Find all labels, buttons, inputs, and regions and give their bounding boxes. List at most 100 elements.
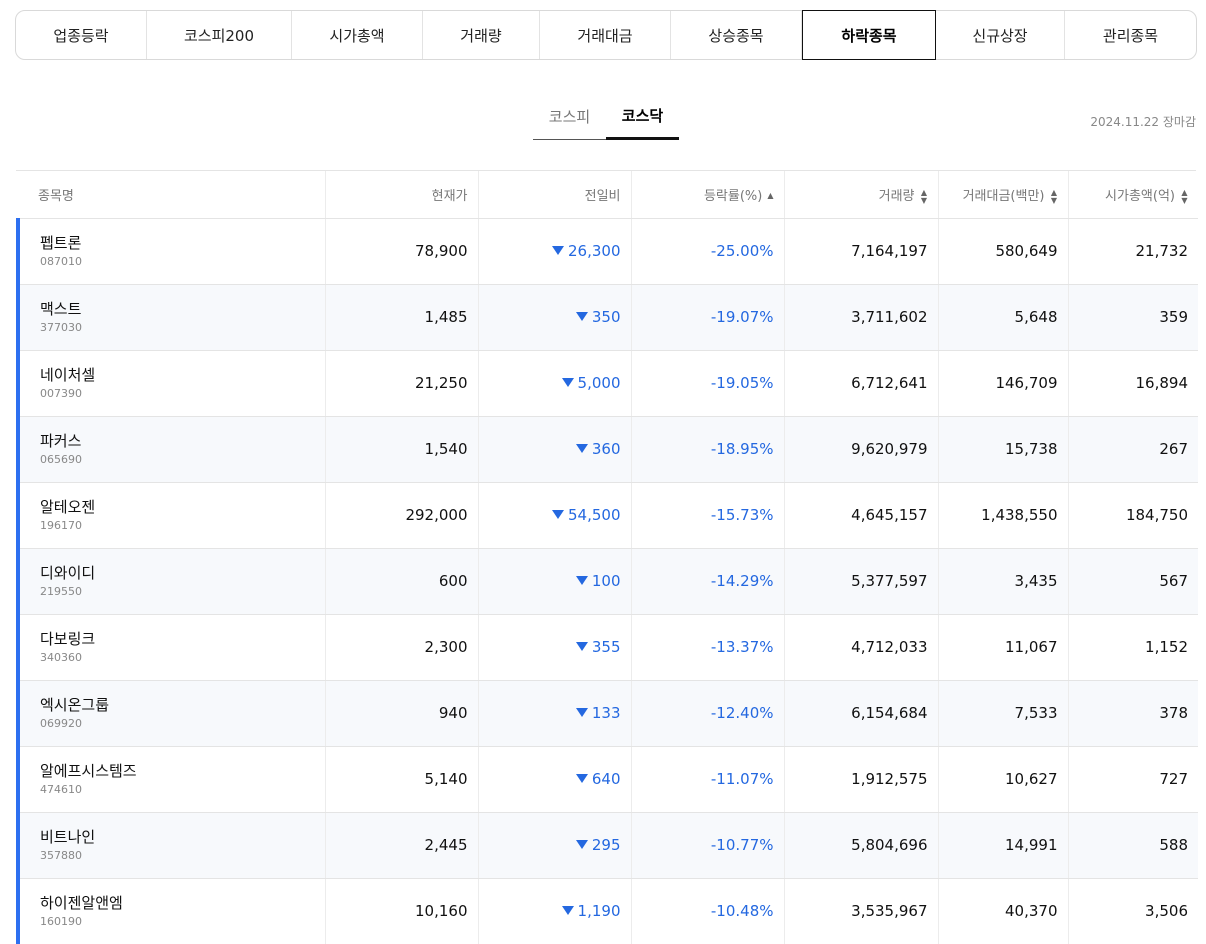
table-row[interactable]: 알테오젠 196170 292,000 54,500 -15.73% 4,645,157 1… [16,482,1198,549]
table-row[interactable]: 맥스트 377030 1,485 350 -19.07% 3,711,602 5,648 35… [16,284,1198,351]
tab-volume[interactable]: 거래량 [423,11,540,59]
change-rate: -19.07% [630,284,784,351]
stock-name-cell[interactable]: 펩트론 087010 [16,218,325,285]
table-row[interactable]: 파커스 065690 1,540 360 -18.95% 9,620,979 15,738 2… [16,416,1198,483]
down-triangle-icon [575,444,588,453]
change-rate: -10.48% [630,878,784,944]
market-close-date: 2024.11.22 장마감 [1090,115,1196,129]
market-cap: 21,732 [1067,218,1198,285]
trade-volume: 5,377,597 [783,548,938,615]
current-price: 292,000 [324,482,478,549]
stock-table-container: 종목명 현재가 전일비 등락률(%) ▲ 거래량 ▲▼ 거래대금(백만) ▲▼ 시가총… [16,170,1198,944]
trade-volume: 4,645,157 [783,482,938,549]
trade-amount: 3,435 [937,548,1068,615]
current-price: 5,140 [324,746,478,813]
stock-name-cell[interactable]: 다보링크 340360 [16,614,325,681]
stock-code: 357880 [40,848,82,862]
stock-name-cell[interactable]: 네이처셀 007390 [16,350,325,417]
trade-volume: 9,620,979 [783,416,938,483]
stock-name[interactable]: 엑시온그룹 [40,696,315,714]
sort-toggle-icon[interactable]: ▲▼ [1050,188,1059,204]
column-header-volume[interactable]: 거래량 ▲▼ [783,171,938,219]
tab-managed-stocks[interactable]: 관리종목 [1065,11,1196,59]
column-header-rate[interactable]: 등락률(%) ▲ [630,171,784,219]
column-label: 거래대금(백만) [962,188,1045,204]
stock-name-cell[interactable]: 알에프시스템즈 474610 [16,746,325,813]
table-row[interactable]: 펩트론 087010 78,900 26,300 -25.00% 7,164,197 580… [16,218,1198,285]
trade-amount: 580,649 [937,218,1068,285]
current-price: 21,250 [324,350,478,417]
stock-name-cell[interactable]: 하이젠알앤엠 160190 [16,878,325,944]
tab-rising-stocks[interactable]: 상승종목 [671,11,802,59]
stock-name-cell[interactable]: 엑시온그룹 069920 [16,680,325,747]
category-tabs: 업종등락 코스피200 시가총액 거래량 거래대금 상승종목 하락종목 신규상장… [15,10,1197,60]
stock-name[interactable]: 디와이디 [40,564,315,582]
tab-kospi[interactable]: 코스피 [533,100,606,140]
price-change: 295 [591,836,621,854]
price-change: 54,500 [568,506,621,524]
tab-sector-change[interactable]: 업종등락 [16,11,147,59]
current-price: 940 [324,680,478,747]
table-row[interactable]: 비트나인 357880 2,445 295 -10.77% 5,804,696 14,991… [16,812,1198,879]
table-row[interactable]: 엑시온그룹 069920 940 133 -12.40% 6,154,684 7,533 37… [16,680,1198,747]
price-change-cell: 54,500 [477,482,631,549]
tab-falling-stocks[interactable]: 하락종목 [802,10,936,60]
stock-name[interactable]: 맥스트 [40,300,315,318]
tab-kosdaq[interactable]: 코스닥 [606,100,679,140]
stock-name-cell[interactable]: 맥스트 377030 [16,284,325,351]
price-change-cell: 295 [477,812,631,879]
tab-kospi200[interactable]: 코스피200 [147,11,292,59]
table-row[interactable]: 하이젠알앤엠 160190 10,160 1,190 -10.48% 3,535,967 4… [16,878,1198,944]
table-row[interactable]: 알에프시스템즈 474610 5,140 640 -11.07% 1,912,575 10,… [16,746,1198,813]
market-cap: 16,894 [1067,350,1198,417]
change-rate: -25.00% [630,218,784,285]
down-triangle-icon [575,774,588,783]
down-triangle-icon [561,906,574,915]
price-change-cell: 355 [477,614,631,681]
column-header-market-cap[interactable]: 시가총액(억) ▲▼ [1067,171,1198,219]
stock-name[interactable]: 비트나인 [40,828,315,846]
stock-name-cell[interactable]: 알테오젠 196170 [16,482,325,549]
stock-name[interactable]: 파커스 [40,432,315,450]
table-header-row: 종목명 현재가 전일비 등락률(%) ▲ 거래량 ▲▼ 거래대금(백만) ▲▼ 시가총… [18,171,1198,219]
market-cap: 359 [1067,284,1198,351]
market-cap: 1,152 [1067,614,1198,681]
table-row[interactable]: 다보링크 340360 2,300 355 -13.37% 4,712,033 11,067… [16,614,1198,681]
table-row[interactable]: 네이처셀 007390 21,250 5,000 -19.05% 6,712,641 146… [16,350,1198,417]
market-tabs: 코스피 코스닥 [533,100,679,140]
stock-name[interactable]: 알에프시스템즈 [40,762,315,780]
stock-name[interactable]: 펩트론 [40,234,315,252]
tab-new-listings[interactable]: 신규상장 [936,11,1065,59]
current-price: 2,445 [324,812,478,879]
price-change: 355 [591,638,621,656]
stock-name-cell[interactable]: 비트나인 357880 [16,812,325,879]
tab-trade-amount[interactable]: 거래대금 [540,11,671,59]
down-triangle-icon [575,840,588,849]
column-header-amount[interactable]: 거래대금(백만) ▲▼ [937,171,1068,219]
trade-volume: 3,535,967 [783,878,938,944]
stock-name[interactable]: 하이젠알앤엠 [40,894,315,912]
column-label: 종목명 [38,188,74,204]
stock-name[interactable]: 네이처셀 [40,366,315,384]
change-rate: -11.07% [630,746,784,813]
change-rate: -13.37% [630,614,784,681]
change-rate: -15.73% [630,482,784,549]
sort-toggle-icon[interactable]: ▲▼ [1180,188,1189,204]
price-change-cell: 640 [477,746,631,813]
sort-ascending-icon[interactable]: ▲ [767,192,773,200]
tab-market-cap[interactable]: 시가총액 [292,11,423,59]
stock-name-cell[interactable]: 디와이디 219550 [16,548,325,615]
stock-name[interactable]: 알테오젠 [40,498,315,516]
sort-toggle-icon[interactable]: ▲▼ [920,188,929,204]
falling-stocks-table: 종목명 현재가 전일비 등락률(%) ▲ 거래량 ▲▼ 거래대금(백만) ▲▼ 시가총… [16,171,1198,944]
stock-name[interactable]: 다보링크 [40,630,315,648]
stock-code: 196170 [40,518,82,532]
trade-volume: 7,164,197 [783,218,938,285]
table-row[interactable]: 디와이디 219550 600 100 -14.29% 5,377,597 3,435 567 [16,548,1198,615]
price-change-cell: 1,190 [477,878,631,944]
stock-name-cell[interactable]: 파커스 065690 [16,416,325,483]
market-cap: 378 [1067,680,1198,747]
column-label: 거래량 [878,188,915,204]
trade-amount: 146,709 [937,350,1068,417]
trade-volume: 5,804,696 [783,812,938,879]
